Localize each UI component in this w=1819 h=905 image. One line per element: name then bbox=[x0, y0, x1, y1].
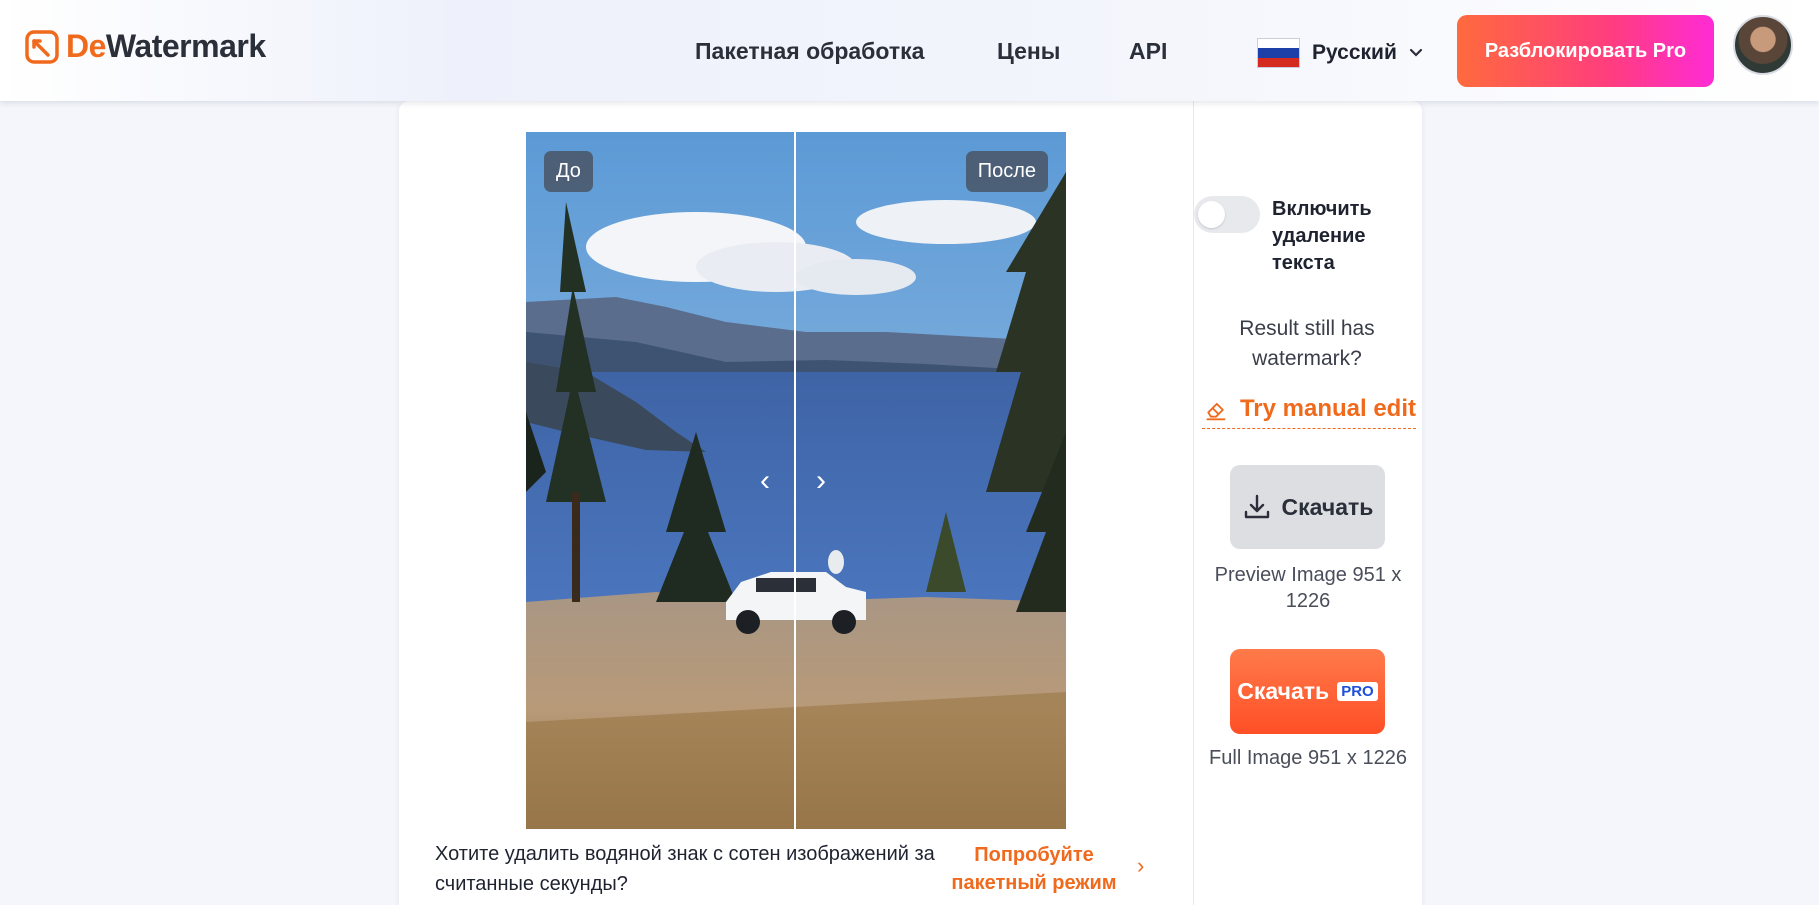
download-icon bbox=[1244, 494, 1269, 519]
before-after-comparison[interactable]: ‹ › До После bbox=[526, 132, 1066, 829]
download-preview-label: Скачать bbox=[1281, 493, 1374, 520]
manual-edit-label: Try manual edit bbox=[1239, 394, 1416, 422]
top-header: DeWatermark Пакетная обработка Цены API … bbox=[0, 0, 1819, 101]
chevron-left-icon[interactable]: ‹ bbox=[760, 466, 770, 496]
compare-split-line[interactable] bbox=[794, 132, 796, 829]
download-full-label: Скачать bbox=[1237, 678, 1330, 704]
preview-image-info: Preview Image 951 x 1226 bbox=[1214, 564, 1402, 612]
before-label: До bbox=[544, 151, 593, 192]
nav-batch-processing[interactable]: Пакетная обработка bbox=[695, 38, 924, 65]
chevron-down-icon bbox=[1409, 48, 1422, 57]
batch-promo-text: Хотите удалить водяной знак с сотен изоб… bbox=[435, 843, 935, 895]
logo-text: DeWatermark bbox=[66, 28, 266, 64]
language-label: Русский bbox=[1312, 41, 1397, 64]
user-avatar[interactable] bbox=[1733, 15, 1793, 75]
comparison-image bbox=[526, 132, 1066, 829]
text-removal-toggle[interactable] bbox=[1194, 196, 1260, 233]
try-batch-mode-link[interactable]: Попробуйте пакетный режим bbox=[944, 841, 1124, 897]
chevron-right-icon[interactable]: › bbox=[1137, 853, 1144, 879]
pro-badge: PRO bbox=[1337, 682, 1378, 701]
russia-flag-icon bbox=[1257, 38, 1300, 68]
panel-divider bbox=[1193, 101, 1194, 905]
download-full-button[interactable]: Скачать PRO bbox=[1230, 649, 1385, 734]
language-selector[interactable]: Русский bbox=[1257, 38, 1423, 68]
result-card: ‹ › До После Хотите удалить водяной знак… bbox=[399, 101, 1422, 905]
nav-prices[interactable]: Цены bbox=[997, 38, 1060, 65]
unlock-pro-button[interactable]: Разблокировать Pro bbox=[1457, 15, 1714, 87]
eraser-icon bbox=[1206, 402, 1226, 420]
dewatermark-logo[interactable]: DeWatermark bbox=[24, 28, 266, 65]
nav-api[interactable]: API bbox=[1129, 38, 1167, 65]
full-image-info: Full Image 951 x 1226 bbox=[1209, 747, 1407, 769]
text-removal-label: Включить удаление текста bbox=[1272, 198, 1372, 274]
download-preview-button[interactable]: Скачать bbox=[1230, 465, 1385, 549]
chevron-right-icon[interactable]: › bbox=[816, 466, 826, 496]
toggle-knob bbox=[1198, 201, 1225, 228]
after-label: После bbox=[965, 151, 1048, 192]
try-manual-edit-link[interactable]: Try manual edit bbox=[1202, 389, 1416, 429]
logo-icon bbox=[25, 29, 59, 64]
still-has-watermark-text: Result still has watermark? bbox=[1239, 317, 1375, 370]
